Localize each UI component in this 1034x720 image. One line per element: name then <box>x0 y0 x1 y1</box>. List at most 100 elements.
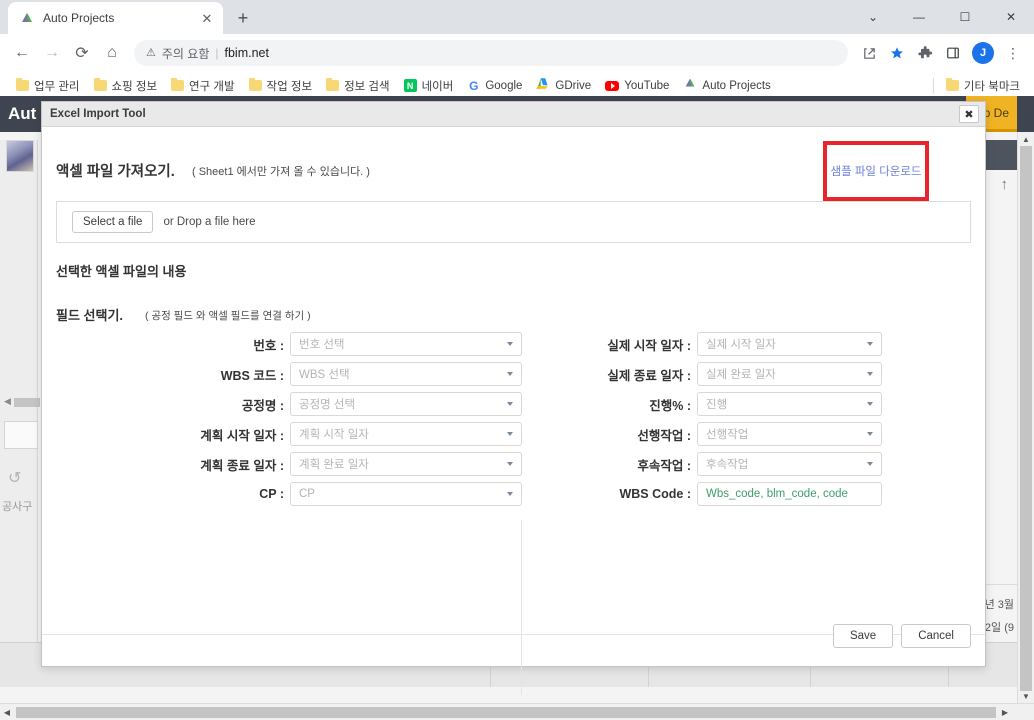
scroll-down-icon[interactable]: ▼ <box>1018 689 1034 703</box>
scroll-left-icon[interactable]: ◀ <box>0 708 14 717</box>
plan-start-date-select[interactable]: 계획 시작 일자 <box>290 422 522 446</box>
file-drop-zone[interactable]: Select a file or Drop a file here <box>56 201 971 243</box>
horizontal-scroll-thumb[interactable] <box>16 706 996 718</box>
field-label: 계획 시작 일자 : <box>200 428 284 443</box>
field-row-plan-start-date: 계획 시작 일자 : 계획 시작 일자 <box>192 422 522 446</box>
drop-file-hint: or Drop a file here <box>163 216 256 228</box>
sidebar-input-box[interactable] <box>4 421 38 449</box>
new-tab-button[interactable]: + <box>229 4 257 32</box>
close-icon[interactable]: ✖ <box>959 105 979 123</box>
bookmark-item[interactable]: 작업 정보 <box>243 75 319 97</box>
vertical-scroll-thumb[interactable] <box>1020 146 1032 691</box>
import-heading-note: ( Sheet1 에서만 가져 올 수 있습니다. ) <box>192 166 370 178</box>
footer-vertical-divider <box>521 634 522 693</box>
field-selector-note: ( 공정 필드 와 액셀 필드를 연결 하기 ) <box>145 310 311 322</box>
profile-avatar[interactable]: J <box>972 42 994 64</box>
browser-menu-icon[interactable]: ⋮ <box>1000 40 1026 66</box>
download-highlight-box: 샘플 파일 다운로드 <box>823 141 929 201</box>
reload-icon[interactable]: ⟳ <box>68 39 96 67</box>
back-icon[interactable]: ← <box>8 39 36 67</box>
wbs-code-select[interactable]: WBS 선택 <box>290 362 522 386</box>
extensions-puzzle-icon[interactable] <box>912 40 938 66</box>
browser-tab[interactable]: Auto Projects ✕ <box>8 2 223 34</box>
dialog-footer: Save Cancel <box>832 624 971 648</box>
import-heading: 액셀 파일 가져오기. <box>56 164 175 180</box>
number-select[interactable]: 번호 선택 <box>290 332 522 356</box>
field-label: 진행% : <box>649 398 691 413</box>
sidebar-label: 공사구 <box>2 501 33 513</box>
bookmark-label: 네이버 <box>421 80 454 93</box>
bookmark-item[interactable]: 업무 관리 <box>10 75 86 97</box>
plan-end-date-select[interactable]: 계획 완료 일자 <box>290 452 522 476</box>
bookmark-item[interactable]: G Google <box>461 76 528 95</box>
field-row-process-name: 공정명 : 공정명 선택 <box>192 392 522 416</box>
youtube-icon <box>605 80 620 91</box>
field-label: 실제 종료 일자 : <box>607 368 691 383</box>
field-placeholder: 번호 선택 <box>299 339 345 351</box>
field-row-cp: CP : CP <box>192 482 522 506</box>
chevron-down-icon <box>507 432 513 436</box>
minimize-button[interactable]: — <box>896 0 942 34</box>
bookmark-item[interactable]: Auto Projects <box>677 73 776 98</box>
page-vertical-scrollbar[interactable]: ▲ ▼ <box>1017 132 1034 703</box>
actual-end-date-select[interactable]: 실제 완료 일자 <box>697 362 882 386</box>
field-placeholder: 계획 시작 일자 <box>299 429 369 441</box>
scroll-up-icon[interactable]: ▲ <box>1018 132 1034 146</box>
bookmark-label: GDrive <box>555 79 592 92</box>
cancel-button[interactable]: Cancel <box>901 624 971 648</box>
progress-select[interactable]: 진행 <box>697 392 882 416</box>
auto-projects-icon <box>683 76 697 95</box>
bookmark-item[interactable]: N 네이버 <box>398 75 460 97</box>
wbs-code-input[interactable]: Wbs_code, blm_code, code <box>697 482 882 506</box>
sidebar-scroll-left-icon[interactable]: ◀ <box>4 396 11 407</box>
bookmark-item[interactable]: 정보 검색 <box>320 75 396 97</box>
sidebar-scrollbar[interactable] <box>14 398 40 407</box>
field-label: 계획 종료 일자 : <box>200 458 284 473</box>
window-controls: ⌄ — ☐ ✕ <box>850 0 1034 34</box>
folder-icon <box>248 78 262 91</box>
page-horizontal-scrollbar[interactable]: ◀ ▶ <box>0 703 1034 720</box>
bookmark-label: 업무 관리 <box>34 80 80 93</box>
cp-select[interactable]: CP <box>290 482 522 506</box>
field-label: WBS 코드 : <box>220 368 284 383</box>
address-bar[interactable]: ⚠ 주의 요함 | fbim.net <box>134 40 848 66</box>
bookmark-item[interactable]: 쇼핑 정보 <box>88 75 164 97</box>
save-button[interactable]: Save <box>832 624 894 648</box>
select-file-button[interactable]: Select a file <box>72 211 154 233</box>
home-icon[interactable]: ⌂ <box>98 39 126 67</box>
chevron-down-icon <box>867 342 873 346</box>
share-icon[interactable] <box>856 40 882 66</box>
scroll-right-icon[interactable]: ▶ <box>998 708 1012 717</box>
actual-start-date-select[interactable]: 실제 시작 일자 <box>697 332 882 356</box>
side-panel-icon[interactable] <box>940 40 966 66</box>
maximize-button[interactable]: ☐ <box>942 0 988 34</box>
chevron-down-icon <box>507 492 513 496</box>
bookmarks-divider <box>932 77 934 94</box>
undo-icon[interactable]: ↺ <box>8 468 21 488</box>
field-row-wbs-code: WBS 코드 : WBS 선택 <box>192 362 522 386</box>
field-placeholder: 계획 완료 일자 <box>299 459 369 471</box>
field-placeholder: WBS 선택 <box>299 369 350 381</box>
other-bookmarks-button[interactable]: 기타 북마크 <box>940 75 1026 97</box>
predecessor-select[interactable]: 선행작업 <box>697 422 882 446</box>
excel-import-dialog: Excel Import Tool ✖ 액셀 파일 가져오기. ( Sheet1… <box>41 101 986 695</box>
process-name-select[interactable]: 공정명 선택 <box>290 392 522 416</box>
folder-icon <box>16 78 29 91</box>
close-icon[interactable]: ✕ <box>199 10 215 26</box>
arrow-up-icon[interactable]: ↑ <box>1001 176 1009 193</box>
field-column-right: 실제 시작 일자 : 실제 시작 일자 실제 종료 일자 : 실제 완료 일자 … <box>562 332 882 512</box>
close-window-button[interactable]: ✕ <box>988 0 1034 34</box>
bookmark-item[interactable]: 연구 개발 <box>165 75 241 97</box>
tab-search-button[interactable]: ⌄ <box>850 0 896 34</box>
chevron-down-icon <box>867 432 873 436</box>
folder-icon <box>945 78 959 91</box>
field-label: 실제 시작 일자 : <box>607 338 691 353</box>
bookmark-star-icon[interactable] <box>884 40 910 66</box>
sample-file-download-link[interactable]: 샘플 파일 다운로드 <box>830 163 921 179</box>
field-label: 선행작업 : <box>637 428 691 443</box>
forward-icon[interactable]: → <box>38 39 66 67</box>
bookmark-item[interactable]: GDrive <box>530 74 597 98</box>
field-row-wbs-code-text: WBS Code : Wbs_code, blm_code, code <box>562 482 882 506</box>
successor-select[interactable]: 후속작업 <box>697 452 882 476</box>
bookmark-item[interactable]: YouTube <box>599 77 675 95</box>
